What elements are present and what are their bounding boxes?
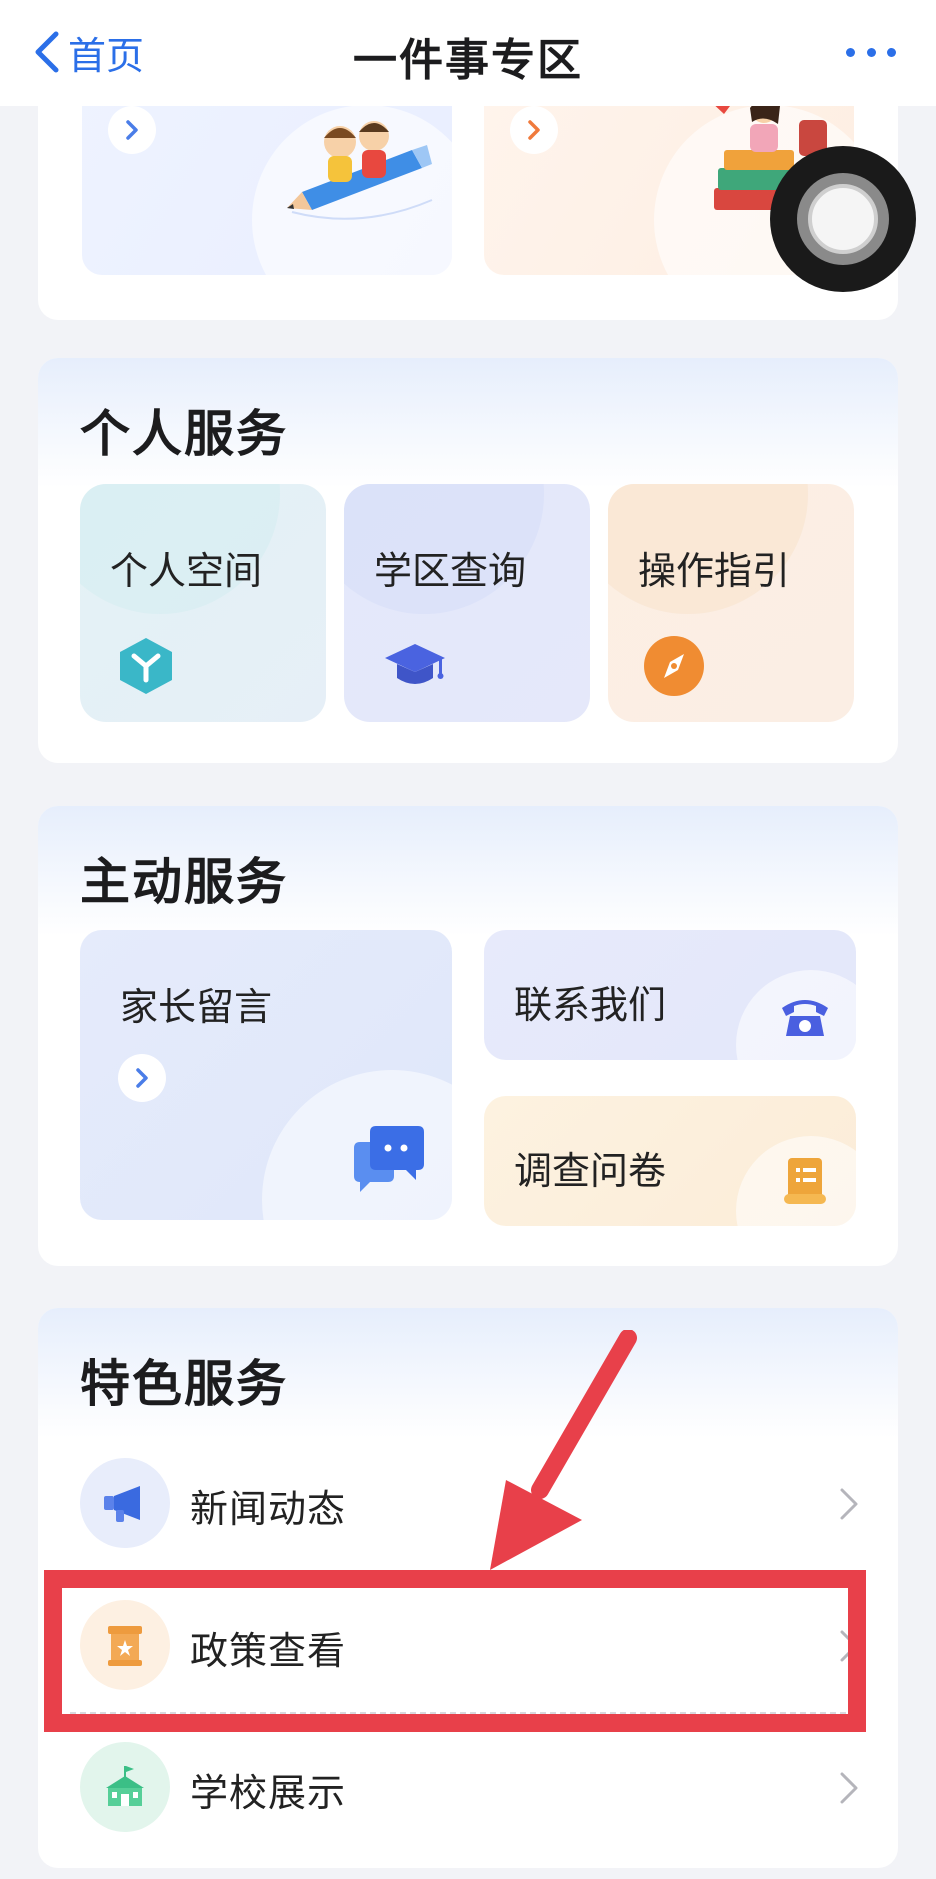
special-services-title: 特色服务	[80, 1355, 288, 1413]
assistive-touch-button[interactable]	[770, 146, 916, 292]
more-dot-icon	[887, 47, 896, 57]
more-dot-icon	[846, 47, 855, 57]
assistive-touch-ring	[797, 173, 889, 265]
survey-label: 调查问卷	[514, 1149, 667, 1193]
contact-us-tile[interactable]: 联系我们	[484, 930, 856, 1060]
school-icon-badge	[80, 1742, 170, 1832]
banner-card	[38, 70, 898, 320]
chevron-right-icon	[126, 120, 138, 140]
banner-left-arrow-button[interactable]	[108, 106, 156, 154]
chevron-right-icon	[136, 1068, 148, 1088]
school-district-query-tile[interactable]: 学区查询	[344, 484, 590, 722]
contact-us-label: 联系我们	[514, 983, 667, 1027]
parent-message-arrow-button[interactable]	[118, 1054, 166, 1102]
special-services-card: 特色服务 新闻动态 政策查看 学校展示	[38, 1308, 898, 1868]
news-label: 新闻动态	[190, 1487, 347, 1531]
questionnaire-scroll-icon	[784, 1158, 826, 1204]
cube-icon	[120, 638, 172, 694]
personal-space-label: 个人空间	[110, 549, 263, 593]
policy-icon-badge	[80, 1600, 170, 1690]
list-item-news[interactable]: 新闻动态	[38, 1436, 898, 1572]
operation-guide-tile[interactable]: 操作指引	[608, 484, 854, 722]
list-item-school-showcase[interactable]: 学校展示	[38, 1720, 898, 1856]
page: 首页 一件事专区 个人服务 个人空间 学区查询 操作指引 主动服务 家长留言 联…	[0, 0, 936, 1879]
active-services-card: 主动服务 家长留言 联系我们 调查问卷	[38, 806, 898, 1266]
banner-right-arrow-button[interactable]	[510, 106, 558, 154]
graduation-cap-icon	[385, 644, 445, 684]
dashed-separator	[70, 1712, 866, 1714]
megaphone-icon	[104, 1486, 140, 1522]
news-icon-badge	[80, 1458, 170, 1548]
personal-space-tile[interactable]: 个人空间	[80, 484, 326, 722]
compass-icon	[644, 636, 704, 696]
more-dot-icon	[866, 47, 876, 57]
parent-message-tile[interactable]: 家长留言	[80, 930, 452, 1220]
telephone-icon	[782, 1000, 828, 1036]
survey-tile[interactable]: 调查问卷	[484, 1096, 856, 1226]
more-options-button[interactable]	[846, 40, 896, 64]
parent-message-label: 家长留言	[120, 985, 273, 1029]
chevron-right-icon	[528, 120, 540, 140]
navigation-bar: 首页 一件事专区	[0, 0, 936, 106]
assistive-touch-core	[808, 184, 878, 254]
chat-bubbles-icon	[354, 1126, 424, 1192]
policy-scroll-icon	[108, 1626, 142, 1666]
operation-guide-label: 操作指引	[638, 549, 791, 593]
school-showcase-label: 学校展示	[190, 1771, 347, 1815]
personal-services-title: 个人服务	[80, 405, 288, 463]
school-district-query-label: 学区查询	[374, 549, 527, 593]
page-title: 一件事专区	[353, 35, 583, 86]
school-building-icon	[106, 1766, 144, 1806]
policy-label: 政策查看	[190, 1629, 347, 1673]
active-services-title: 主动服务	[80, 853, 288, 911]
chevron-right-icon	[840, 1488, 858, 1520]
chevron-right-icon	[840, 1630, 858, 1662]
chevron-right-icon	[840, 1772, 858, 1804]
list-item-policy[interactable]: 政策查看	[38, 1578, 898, 1714]
personal-services-card: 个人服务 个人空间 学区查询 操作指引	[38, 358, 898, 763]
